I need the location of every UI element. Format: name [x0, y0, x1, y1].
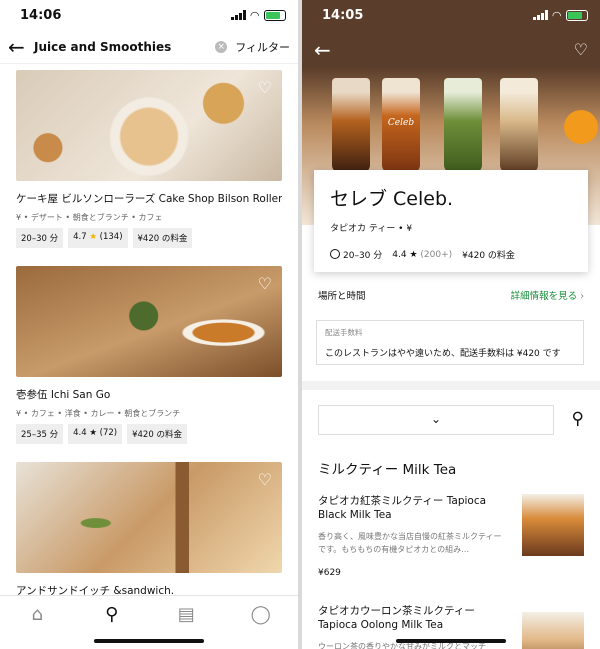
delivery-fee-notice: 配送手数料 このレストランはやや遠いため、配送手数料は ¥420 です: [316, 320, 584, 365]
search-input[interactable]: Juice and Smoothies: [34, 40, 215, 54]
delivery-time: 20–30 分: [343, 251, 383, 261]
clock-icon: [330, 249, 340, 259]
restaurant-info-card: セレブ Celeb. タピオカ ティー • ¥ 20–30 分 4.4 ★ (2…: [314, 170, 588, 272]
cup-label: Celeb: [387, 118, 415, 128]
status-time: 14:05: [322, 7, 364, 23]
home-indicator: [94, 639, 204, 643]
chevron-down-icon: ⌄: [430, 412, 442, 426]
star-icon: ★: [89, 232, 97, 242]
search-icon[interactable]: ⚲: [572, 409, 584, 429]
store-icon[interactable]: ⌂: [17, 604, 57, 649]
section-divider: [302, 381, 600, 390]
restaurant-subtitle: タピオカ ティー • ¥: [330, 224, 413, 234]
location-label: 場所と時間: [318, 291, 366, 302]
restaurant-tags: ¥ • カフェ • 洋食 • カレー • 朝食とブランチ: [16, 409, 181, 418]
restaurant-feed[interactable]: ♡ ケーキ屋 ビルソンローラーズ Cake Shop Bilson Roller…: [0, 64, 298, 595]
battery-icon: [264, 9, 286, 21]
chevron-right-icon: ›: [580, 291, 584, 302]
restaurant-name: 壱参伍 Ichi San Go: [16, 389, 111, 401]
clear-search-icon[interactable]: ×: [215, 40, 228, 53]
rating-badge: 4.7 ★ (134): [68, 228, 128, 248]
back-arrow-icon[interactable]: ←: [8, 35, 34, 59]
delivery-fee-badge: ¥420 の料金: [127, 424, 187, 444]
rating: 4.4 ★ (200+): [392, 249, 453, 260]
details-link[interactable]: 詳細情報を見る ›: [511, 288, 584, 302]
menu-item-description: 香り高く、風味豊かな当店自慢の紅茶ミルクティーです。もちもちの有機タピオカとの組…: [318, 532, 502, 554]
status-bar: 14:05 ◠: [302, 0, 600, 30]
menu-item-name: タピオカウーロン茶ミルクティー Tapioca Oolong Milk Tea: [318, 605, 475, 631]
home-indicator: [396, 639, 506, 643]
menu-item-price: ¥629: [318, 568, 341, 578]
restaurant-card[interactable]: ♡ ケーキ屋 ビルソンローラーズ Cake Shop Bilson Roller…: [0, 64, 298, 248]
wifi-icon: ◠: [552, 8, 561, 22]
rating-badge: 4.4 ★ (72): [68, 424, 123, 444]
delivery-fee: ¥420 の料金: [462, 251, 515, 261]
status-time: 14:06: [20, 7, 62, 23]
delivery-fee-badge: ¥420 の料金: [132, 228, 193, 248]
section-title: ミルクティー Milk Tea: [318, 462, 457, 478]
back-arrow-icon[interactable]: ←: [314, 38, 331, 62]
favorite-heart-icon[interactable]: ♡: [258, 274, 272, 293]
restaurant-title: セレブ Celeb.: [330, 188, 454, 210]
search-results-screen: 14:06 ◠ ← Juice and Smoothies × フィルター ♡ …: [0, 0, 298, 649]
restaurant-image[interactable]: ♡: [16, 70, 282, 181]
wifi-icon: ◠: [250, 8, 259, 22]
favorite-heart-icon[interactable]: ♡: [258, 78, 272, 97]
search-bar: ← Juice and Smoothies × フィルター: [0, 30, 298, 64]
account-icon[interactable]: ◯: [241, 604, 281, 649]
status-bar: 14:06 ◠: [0, 0, 298, 30]
menu-item-image: [522, 612, 584, 649]
filter-button[interactable]: フィルター: [235, 39, 290, 55]
fee-notice-label: 配送手数料: [325, 328, 363, 337]
restaurant-name: ケーキ屋 ビルソンローラーズ Cake Shop Bilson Rollers: [16, 193, 282, 205]
location-row: 場所と時間 詳細情報を見る ›: [318, 288, 584, 302]
delivery-time-badge: 20–30 分: [16, 228, 64, 248]
menu-category-dropdown[interactable]: ⌄: [318, 405, 554, 435]
menu-item-name: タピオカ紅茶ミルクティー Tapioca Black Milk Tea: [318, 495, 487, 521]
favorite-heart-icon[interactable]: ♡: [258, 470, 272, 489]
delivery-time-badge: 25–35 分: [16, 424, 64, 444]
menu-item-image: [522, 494, 584, 556]
restaurant-name: アンドサンドイッチ &sandwich.: [16, 585, 175, 595]
restaurant-image[interactable]: ♡: [16, 462, 282, 573]
cellular-signal-icon: [230, 10, 246, 20]
menu-item[interactable]: タピオカ紅茶ミルクティー Tapioca Black Milk Tea 香り高く…: [318, 494, 584, 578]
star-icon: ★: [409, 249, 418, 260]
restaurant-detail-screen: Celeb 14:05 ◠ ← ♡ セレブ Celeb. タピオカ ティー • …: [302, 0, 600, 649]
fee-notice-text: このレストランはやや遠いため、配送手数料は ¥420 です: [325, 349, 561, 359]
star-icon: ★: [89, 428, 97, 438]
restaurant-image[interactable]: ♡: [16, 266, 282, 377]
cellular-signal-icon: [532, 10, 548, 20]
restaurant-card[interactable]: ♡ アンドサンドイッチ &sandwich.: [0, 456, 298, 595]
restaurant-tags: ¥ • デザート • 朝食とブランチ • カフェ: [16, 213, 163, 222]
battery-icon: [566, 9, 588, 21]
favorite-heart-icon[interactable]: ♡: [574, 40, 588, 59]
restaurant-card[interactable]: ♡ 壱参伍 Ichi San Go ¥ • カフェ • 洋食 • カレー • 朝…: [0, 260, 298, 444]
